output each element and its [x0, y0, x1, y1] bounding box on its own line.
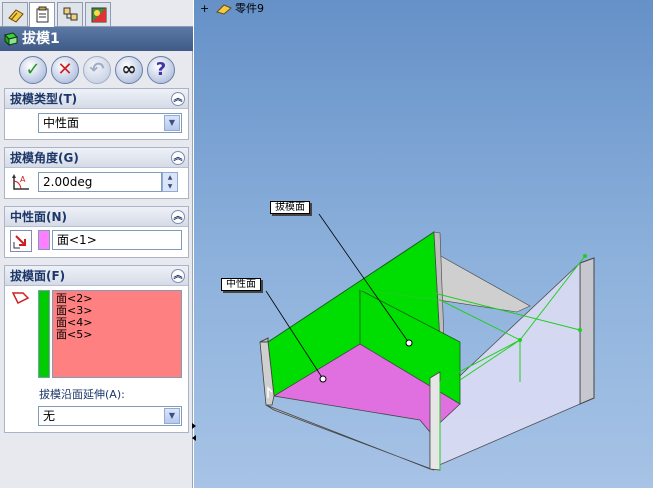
- spin-up-icon[interactable]: ▲: [163, 173, 177, 182]
- draft-angle-stepper[interactable]: ▲ ▼: [162, 172, 178, 192]
- feature-title: 拔模1: [22, 31, 60, 47]
- callout-anchor: [319, 375, 327, 383]
- faces-to-draft-header[interactable]: 拔模面(F) ︽: [5, 266, 188, 286]
- ok-button[interactable]: ✓: [19, 56, 47, 84]
- draft-type-select[interactable]: 中性面 ▼: [38, 113, 182, 133]
- part-name[interactable]: 零件9: [235, 2, 264, 15]
- property-manager-icon: [36, 6, 49, 23]
- chevron-down-icon[interactable]: ▼: [164, 408, 180, 424]
- faces-color-swatch: [38, 290, 50, 378]
- manager-tabs: [0, 0, 193, 28]
- glasses-icon: ∞: [121, 59, 137, 80]
- action-button-row: ✓ ✕ ↶ ∞ ?: [0, 52, 193, 86]
- spin-down-icon[interactable]: ▼: [163, 182, 177, 191]
- draft-angle-group: 拔模角度(G) ︽ A 2.00deg ▲ ▼: [4, 147, 189, 199]
- list-item[interactable]: 面<5>: [56, 329, 178, 341]
- reverse-direction-icon: [13, 235, 26, 249]
- collapse-icon[interactable]: ︽: [171, 269, 185, 283]
- right-wall-edge[interactable]: [579, 257, 595, 405]
- collapse-icon[interactable]: ︽: [171, 151, 185, 165]
- check-icon: ✓: [25, 59, 41, 80]
- graphics-area[interactable]: [194, 0, 653, 488]
- collapse-icon[interactable]: ︽: [171, 210, 185, 224]
- model-view[interactable]: [194, 0, 653, 488]
- cancel-button[interactable]: ✕: [51, 56, 79, 84]
- faces-to-draft-group: 拔模面(F) ︽ 面<2> 面<3> 面<4> 面<5> 拔模沿面延伸(A): …: [4, 265, 189, 433]
- callout-neutral-plane[interactable]: 中性面: [221, 278, 261, 291]
- part-icon: [215, 4, 232, 15]
- draft-angle-value: 2.00deg: [43, 175, 93, 189]
- draft-angle-header[interactable]: 拔模角度(G) ︽: [5, 148, 188, 168]
- reverse-direction-button[interactable]: [10, 230, 32, 252]
- display-manager-icon: [91, 7, 107, 23]
- draft-type-header[interactable]: 拔模类型(T) ︽: [5, 89, 188, 109]
- undo-button[interactable]: ↶: [83, 56, 111, 84]
- tab-configuration-manager[interactable]: [57, 2, 83, 26]
- draft-feature-icon: [4, 32, 18, 47]
- face-propagation-value: 无: [43, 409, 56, 423]
- draft-type-group: 拔模类型(T) ︽ 中性面 ▼: [4, 88, 189, 140]
- collapse-icon[interactable]: ︽: [171, 92, 185, 106]
- draft-type-title: 拔模类型(T): [10, 92, 78, 106]
- close-icon: ✕: [57, 59, 73, 80]
- face-select-icon: [11, 292, 30, 305]
- neutral-plane-header[interactable]: 中性面(N) ︽: [5, 207, 188, 227]
- faces-to-draft-title: 拔模面(F): [10, 269, 66, 283]
- tab-display-manager[interactable]: [85, 2, 111, 26]
- face-propagation-label: 拔模沿面延伸(A):: [39, 388, 125, 401]
- svg-text:A: A: [20, 175, 26, 184]
- tab-feature-manager[interactable]: [2, 2, 28, 26]
- neutral-plane-title: 中性面(N): [10, 210, 68, 224]
- feature-title-bar: 拔模1: [0, 27, 193, 51]
- detailed-preview-button[interactable]: ∞: [115, 56, 143, 84]
- angle-icon: A: [12, 174, 29, 190]
- feature-tree-icon: [8, 9, 24, 23]
- face-propagation-select[interactable]: 无 ▼: [38, 406, 182, 426]
- neutral-plane-selection[interactable]: 面<1>: [52, 230, 182, 250]
- chevron-down-icon[interactable]: ▼: [164, 115, 180, 131]
- undo-icon: ↶: [89, 59, 105, 80]
- configuration-icon: [63, 7, 78, 21]
- draft-type-value: 中性面: [43, 116, 80, 130]
- help-button[interactable]: ?: [147, 56, 175, 84]
- panel-splitter-icon[interactable]: [191, 420, 197, 444]
- help-icon: ?: [155, 59, 167, 80]
- neutral-plane-color-swatch: [38, 230, 50, 250]
- faces-list[interactable]: 面<2> 面<3> 面<4> 面<5>: [52, 290, 182, 378]
- property-manager: 拔模1 ✓ ✕ ↶ ∞ ? 拔模类型(T) ︽ 中性面 ▼ 拔模角度(G) ︽ …: [0, 0, 193, 488]
- draft-angle-title: 拔模角度(G): [10, 151, 79, 165]
- tab-property-manager[interactable]: [29, 2, 55, 28]
- draft-angle-input[interactable]: 2.00deg: [38, 172, 162, 192]
- callout-draft-faces[interactable]: 拔模面: [270, 201, 310, 214]
- neutral-plane-value: 面<1>: [57, 233, 97, 247]
- front-wall[interactable]: [429, 371, 441, 471]
- feature-tree-overlay: + 零件9: [200, 0, 264, 16]
- expand-icon[interactable]: +: [200, 2, 212, 15]
- neutral-plane-group: 中性面(N) ︽ 面<1>: [4, 206, 189, 258]
- callout-anchor: [405, 339, 413, 347]
